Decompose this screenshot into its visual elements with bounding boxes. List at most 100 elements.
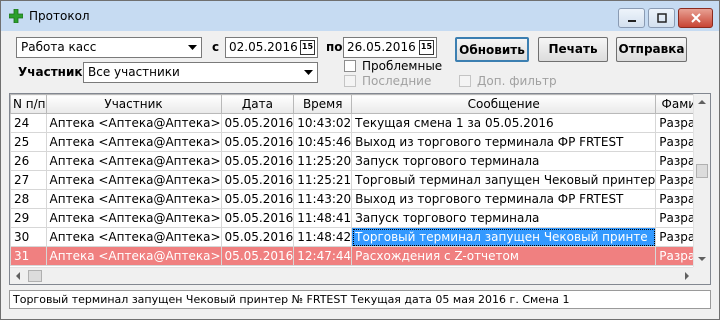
table-row[interactable]: 27 Аптека <Аптека@Аптека> 05.05.2016 11:… [10, 170, 710, 190]
column-header-time[interactable]: Время [293, 94, 353, 114]
title-bar[interactable]: Протокол [1, 1, 719, 31]
cell-date[interactable]: 05.05.2016 [220, 151, 295, 171]
cell-participant[interactable]: Аптека <Аптека@Аптека> [45, 246, 222, 266]
to-label: по [326, 40, 343, 54]
checkbox-box [459, 75, 471, 87]
cell-number[interactable]: 28 [10, 189, 47, 209]
cell-message[interactable]: Запуск торгового терминала [351, 208, 657, 228]
print-button[interactable]: Печать [538, 37, 608, 62]
horizontal-scroll-thumb[interactable] [28, 270, 42, 282]
calendar-icon[interactable]: 15 [300, 40, 315, 55]
column-header-message[interactable]: Сообщение [351, 94, 657, 114]
refresh-button[interactable]: Обновить [455, 37, 529, 62]
cell-message[interactable]: Запуск торгового терминала [351, 151, 657, 171]
scroll-down-icon[interactable] [694, 251, 710, 267]
table-row[interactable]: 30 Аптека <Аптека@Аптека> 05.05.2016 11:… [10, 227, 710, 247]
column-header-number[interactable]: N п/п [10, 94, 47, 114]
minimize-button[interactable] [618, 8, 645, 28]
participant-value: Все участники [88, 65, 180, 79]
cell-number[interactable]: 30 [10, 227, 47, 247]
latest-checkbox[interactable]: Последние [344, 74, 444, 88]
horizontal-scrollbar[interactable] [10, 267, 695, 284]
cell-time[interactable]: 11:48:42 [293, 227, 353, 247]
dropdown-arrow[interactable] [185, 39, 200, 56]
cell-number[interactable]: 27 [10, 170, 47, 190]
cell-participant[interactable]: Аптека <Аптека@Аптека> [45, 132, 222, 152]
extra-filter-label: Доп. фильтр [477, 74, 557, 88]
log-type-value: Работа касс [21, 40, 97, 54]
cell-date[interactable]: 05.05.2016 [220, 208, 295, 228]
table-row-highlighted[interactable]: 31 Аптека <Аптека@Аптека> 05.05.2016 12:… [10, 246, 710, 266]
header-row: N п/п Участник Дата Время Сообщение Фами… [10, 94, 710, 114]
cell-date[interactable]: 05.05.2016 [220, 246, 295, 266]
from-date-value: 02.05.2016 [229, 40, 298, 54]
scroll-up-icon[interactable] [694, 94, 710, 110]
cell-message[interactable]: Выход из торгового терминала ФР FRTEST [351, 132, 657, 152]
cell-date[interactable]: 05.05.2016 [220, 170, 295, 190]
selected-cell-message[interactable]: Торговый терминал запущен Чековый принте [351, 227, 657, 247]
problematic-label: Проблемные [362, 59, 443, 73]
cell-date[interactable]: 05.05.2016 [220, 113, 295, 133]
cell-message[interactable]: Текущая смена 1 за 05.05.2016 [351, 113, 657, 133]
protocol-table[interactable]: N п/п Участник Дата Время Сообщение Фами… [9, 93, 711, 285]
maximize-button[interactable] [648, 8, 675, 28]
from-label: с [212, 40, 220, 54]
send-button[interactable]: Отправка [616, 37, 687, 62]
cell-time[interactable]: 11:25:20 [293, 151, 353, 171]
cell-participant[interactable]: Аптека <Аптека@Аптека> [45, 151, 222, 171]
participant-select[interactable]: Все участники [83, 62, 318, 83]
cell-time[interactable]: 10:43:02 [293, 113, 353, 133]
checkbox-box[interactable] [344, 60, 356, 72]
minimize-icon [627, 20, 636, 22]
maximize-icon [656, 13, 667, 23]
log-type-select[interactable]: Работа касс [16, 37, 202, 58]
cell-message[interactable]: Расхождения с Z-отчетом [351, 246, 657, 266]
vertical-scrollbar[interactable] [693, 94, 710, 267]
calendar-icon[interactable]: 15 [419, 40, 434, 55]
cell-participant[interactable]: Аптека <Аптека@Аптека> [45, 170, 222, 190]
cell-number[interactable]: 24 [10, 113, 47, 133]
scroll-corner [693, 267, 710, 284]
cell-number[interactable]: 29 [10, 208, 47, 228]
checkbox-box [344, 75, 356, 87]
window-title: Протокол [29, 9, 90, 23]
problematic-checkbox[interactable]: Проблемные [344, 59, 444, 73]
cell-message[interactable]: Выход из торгового терминала ФР FRTEST [351, 189, 657, 209]
protocol-window: Протокол Работа касс с 02.05.2016 15 по … [0, 0, 720, 320]
cell-time[interactable]: 12:47:44 [293, 246, 353, 266]
cell-participant[interactable]: Аптека <Аптека@Аптека> [45, 189, 222, 209]
chevron-down-icon [304, 70, 313, 75]
table-row[interactable]: 24 Аптека <Аптека@Аптека> 05.05.2016 10:… [10, 113, 710, 133]
cell-participant[interactable]: Аптека <Аптека@Аптека> [45, 113, 222, 133]
dropdown-arrow[interactable] [301, 64, 316, 81]
extra-filter-checkbox[interactable]: Доп. фильтр [459, 74, 569, 88]
cell-time[interactable]: 10:45:46 [293, 132, 353, 152]
close-button[interactable] [678, 8, 713, 28]
cell-date[interactable]: 05.05.2016 [220, 189, 295, 209]
table-row[interactable]: 28 Аптека <Аптека@Аптека> 05.05.2016 11:… [10, 189, 710, 209]
cell-date[interactable]: 05.05.2016 [220, 227, 295, 247]
cell-participant[interactable]: Аптека <Аптека@Аптека> [45, 208, 222, 228]
table-row[interactable]: 25 Аптека <Аптека@Аптека> 05.05.2016 10:… [10, 132, 710, 152]
column-header-participant[interactable]: Участник [45, 94, 222, 114]
cell-number[interactable]: 31 [10, 246, 47, 266]
cell-time[interactable]: 11:25:21 [293, 170, 353, 190]
from-date-field[interactable]: 02.05.2016 15 [225, 37, 318, 58]
cell-date[interactable]: 05.05.2016 [220, 132, 295, 152]
column-header-date[interactable]: Дата [220, 94, 295, 114]
cell-time[interactable]: 11:43:20 [293, 189, 353, 209]
latest-label: Последние [362, 74, 432, 88]
cell-number[interactable]: 26 [10, 151, 47, 171]
green-cross-icon [9, 9, 23, 23]
to-date-field[interactable]: 26.05.2016 15 [343, 37, 437, 58]
to-date-value: 26.05.2016 [347, 40, 416, 54]
vertical-scroll-thumb[interactable] [696, 164, 708, 178]
scroll-left-icon[interactable] [10, 268, 26, 284]
cell-time[interactable]: 11:48:41 [293, 208, 353, 228]
table-row[interactable]: 29 Аптека <Аптека@Аптека> 05.05.2016 11:… [10, 208, 710, 228]
table-row[interactable]: 26 Аптека <Аптека@Аптека> 05.05.2016 11:… [10, 151, 710, 171]
cell-participant[interactable]: Аптека <Аптека@Аптека> [45, 227, 222, 247]
cell-number[interactable]: 25 [10, 132, 47, 152]
cell-message[interactable]: Торговый терминал запущен Чековый принте… [351, 170, 657, 190]
participant-label: Участник [18, 65, 83, 79]
